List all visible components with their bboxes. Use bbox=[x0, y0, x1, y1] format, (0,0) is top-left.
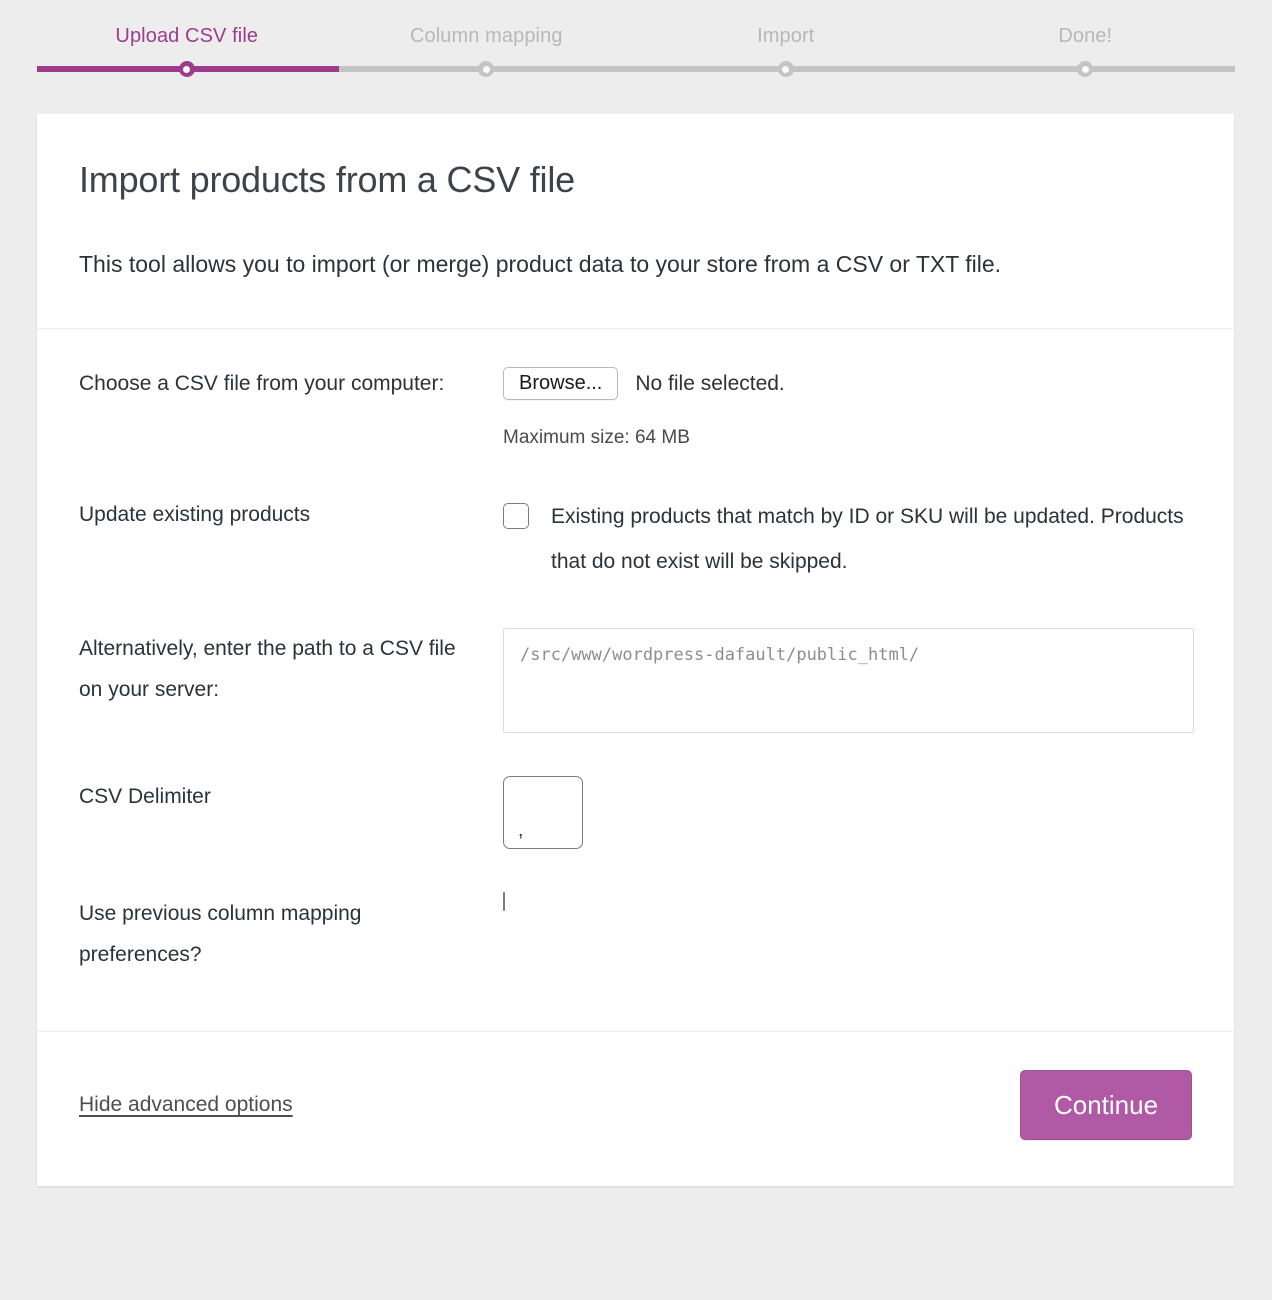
stepper-dot-column-mapping[interactable] bbox=[478, 61, 495, 77]
card-footer: Hide advanced options Continue bbox=[37, 1032, 1234, 1186]
field-choose-file: Browse... No file selected. Maximum size… bbox=[503, 363, 1192, 450]
field-update-existing: Existing products that match by ID or SK… bbox=[503, 494, 1192, 584]
label-csv-delimiter: CSV Delimiter bbox=[79, 785, 211, 808]
field-previous-mapping bbox=[503, 892, 1192, 911]
max-upload-size-text: Maximum size: 64 MB bbox=[503, 427, 690, 448]
update-existing-description: Existing products that match by ID or SK… bbox=[551, 505, 1184, 573]
import-stepper: Upload CSV file Column mapping Import Do… bbox=[0, 0, 1272, 114]
step-label-import[interactable]: Import bbox=[636, 22, 936, 50]
update-existing-check-line: Existing products that match by ID or SK… bbox=[503, 494, 1192, 584]
previous-mapping-checkbox[interactable] bbox=[503, 892, 505, 911]
stepper-track bbox=[37, 61, 1235, 77]
step-label-column-mapping[interactable]: Column mapping bbox=[337, 22, 637, 50]
file-selected-status: No file selected. bbox=[635, 371, 785, 395]
step-label-upload-csv-file[interactable]: Upload CSV file bbox=[37, 22, 337, 50]
label-choose-file: Choose a CSV file from your computer: bbox=[79, 372, 445, 395]
card-header: Import products from a CSV file This too… bbox=[37, 114, 1234, 329]
server-path-input[interactable] bbox=[503, 628, 1194, 733]
form-row-update-existing: Update existing products Existing produc… bbox=[79, 494, 1192, 628]
form-row-csv-delimiter: CSV Delimiter bbox=[79, 776, 1192, 893]
page-title: Import products from a CSV file bbox=[79, 159, 575, 200]
step-label-done[interactable]: Done! bbox=[936, 22, 1236, 50]
update-existing-checkbox[interactable] bbox=[503, 503, 529, 529]
stepper-labels: Upload CSV file Column mapping Import Do… bbox=[37, 22, 1235, 50]
stepper-dot-import[interactable] bbox=[777, 61, 794, 77]
page-description: This tool allows you to import (or merge… bbox=[79, 251, 1002, 277]
csv-delimiter-input[interactable] bbox=[503, 776, 583, 849]
import-form: Choose a CSV file from your computer: Br… bbox=[37, 329, 1234, 1032]
stepper-dot-upload-csv-file[interactable] bbox=[178, 61, 195, 77]
hide-advanced-options-link[interactable]: Hide advanced options bbox=[79, 1093, 293, 1117]
browse-button[interactable]: Browse... bbox=[503, 367, 619, 400]
file-input-line: Browse... No file selected. bbox=[503, 363, 1192, 404]
continue-button[interactable]: Continue bbox=[1020, 1070, 1192, 1140]
field-csv-delimiter bbox=[503, 776, 1192, 849]
field-server-path bbox=[503, 628, 1194, 738]
form-row-previous-mapping: Use previous column mapping preferences? bbox=[79, 892, 1192, 985]
form-row-choose-file: Choose a CSV file from your computer: Br… bbox=[79, 363, 1192, 494]
label-previous-mapping: Use previous column mapping preferences? bbox=[79, 902, 362, 966]
form-row-server-path: Alternatively, enter the path to a CSV f… bbox=[79, 628, 1194, 776]
import-card: Import products from a CSV file This too… bbox=[37, 114, 1234, 1186]
label-update-existing: Update existing products bbox=[79, 503, 311, 526]
label-server-path: Alternatively, enter the path to a CSV f… bbox=[79, 637, 456, 701]
stepper-dot-done[interactable] bbox=[1077, 61, 1094, 77]
